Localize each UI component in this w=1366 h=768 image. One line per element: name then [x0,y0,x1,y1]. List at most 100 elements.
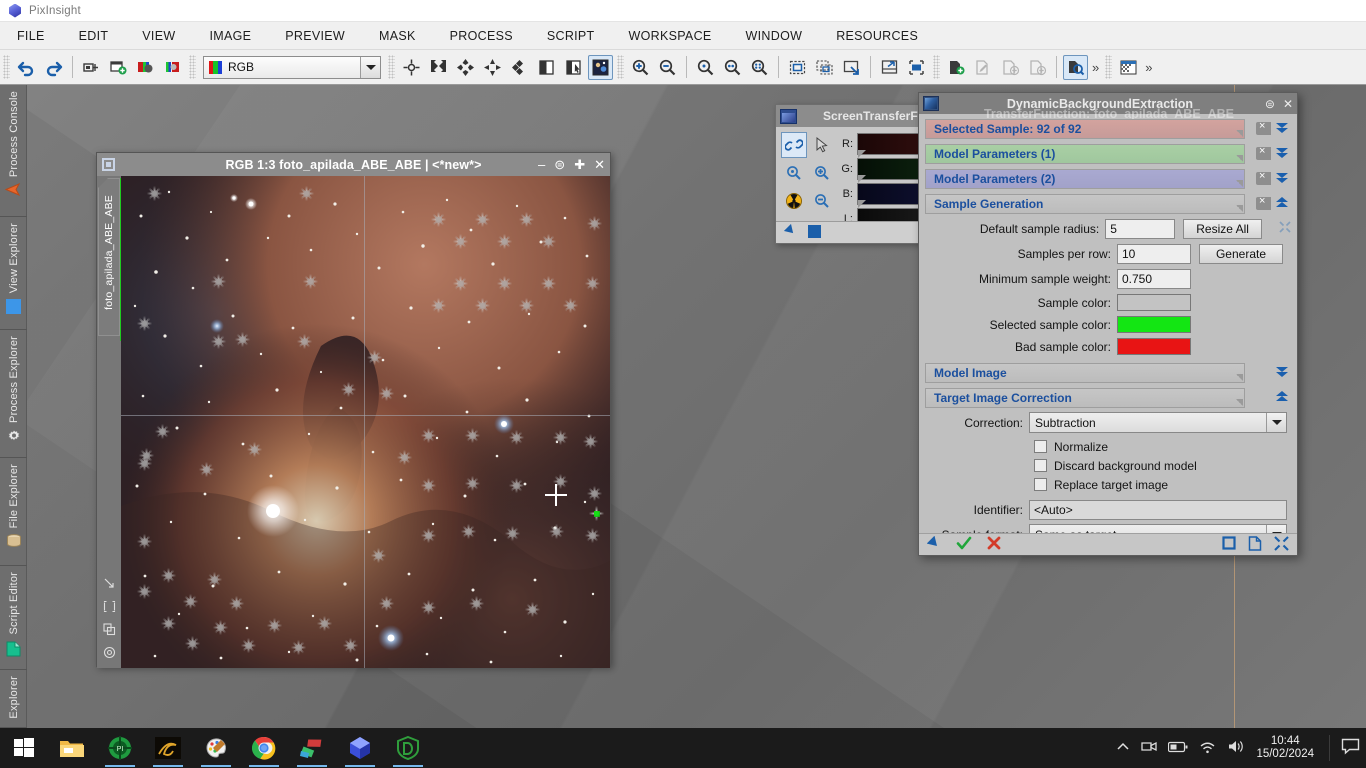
correction-select[interactable]: Subtraction [1029,412,1287,433]
dbe-sample-marker[interactable] [453,276,468,291]
dbe-sample-marker[interactable] [549,524,564,539]
file-explorer-icon[interactable] [48,728,96,768]
dbe-sample-marker[interactable] [341,382,356,397]
new-preview-icon[interactable] [785,55,810,80]
dbe-sample-marker[interactable] [303,274,318,289]
duplicate-icon[interactable] [102,623,116,639]
volume-icon[interactable] [1227,739,1245,757]
preview-frame-icon[interactable] [103,600,116,616]
d-shield-icon[interactable] [384,728,432,768]
sidebar-item-file-explorer[interactable]: File Explorer [0,458,27,566]
clear-section-icon[interactable] [1256,145,1271,160]
dbe-sample-marker[interactable] [211,274,226,289]
dbe-sample-marker[interactable] [465,428,480,443]
pointer-icon[interactable] [809,132,835,158]
dbe-sample-marker[interactable] [317,616,332,631]
zoom-reset-icon[interactable] [781,160,807,186]
menu-item-workspace[interactable]: WORKSPACE [620,25,721,47]
dbe-section-selected-sample[interactable]: Selected Sample: 92 of 92 [925,118,1291,139]
center-icon[interactable] [507,55,532,80]
rollup-button[interactable]: ⊜ [1265,97,1275,111]
pixinsight-icon[interactable] [336,728,384,768]
default-sample-radius-input[interactable]: 5 [1105,218,1176,239]
zoom-2-1-icon[interactable] [720,55,745,80]
clear-section-icon[interactable] [1256,120,1271,135]
camera-icon[interactable] [1141,739,1158,757]
dbe-sample-marker[interactable] [379,596,394,611]
preview-list-icon[interactable] [812,55,837,80]
view-tab[interactable]: foto_apilada_ABE_ABE [98,178,120,336]
paint-icon[interactable] [192,728,240,768]
normalize-checkbox-row[interactable]: Normalize [925,437,1291,456]
undo-icon[interactable] [14,55,39,80]
toolbar-grip[interactable] [3,55,10,79]
photo-editor-icon[interactable] [288,728,336,768]
collapse-icon[interactable] [1279,221,1291,236]
link-channels-icon[interactable] [781,132,807,158]
image-window-titlebar[interactable]: RGB 1:3 foto_apilada_ABE_ABE | <*new*> –… [97,153,610,176]
apply-to-view-icon[interactable] [926,535,942,554]
toolbar-overflow-chevron-1[interactable]: » [1089,60,1102,75]
nuclear-reset-icon[interactable] [781,188,807,214]
dbe-sample-marker[interactable] [421,600,436,615]
color-space-combo[interactable]: RGB [203,55,381,79]
dbe-sample-marker[interactable] [431,298,446,313]
taskbar-clock[interactable]: 10:44 15/02/2024 [1256,735,1314,761]
toolbar-overflow-chevron-2[interactable]: » [1142,60,1155,75]
clear-section-icon[interactable] [1256,195,1271,210]
notifications-icon[interactable] [1341,738,1360,758]
dbe-sample-marker[interactable] [267,618,282,633]
menu-item-edit[interactable]: EDIT [70,25,118,47]
menu-item-window[interactable]: WINDOW [737,25,812,47]
chevron-down-icon[interactable] [1266,413,1286,432]
dbe-sample-marker[interactable] [235,332,250,347]
menu-item-mask[interactable]: MASK [370,25,425,47]
dbe-sample-marker[interactable] [297,334,312,349]
dbe-titlebar[interactable]: DynamicBackgroundExtraction ⊜ ✕ [919,93,1297,114]
dbe-sample-marker[interactable] [525,602,540,617]
zoom-4-1-icon[interactable] [747,55,772,80]
menu-item-resources[interactable]: RESOURCES [827,25,927,47]
dbe-sample-marker[interactable] [155,424,170,439]
mask-select-icon[interactable] [561,55,586,80]
toolbar-grip-5[interactable] [933,55,940,79]
maximize-button[interactable]: ✚ [574,158,585,171]
dbe-section-model-parameters-2[interactable]: Model Parameters (2) [925,168,1291,189]
dbe-sample-marker[interactable] [475,298,490,313]
dbe-section-header-label[interactable]: Model Parameters (1) [925,143,1245,164]
dbe-section-model-parameters-1[interactable]: Model Parameters (1) [925,143,1291,164]
pixinsight-green-icon[interactable]: PI [96,728,144,768]
image-window[interactable]: RGB 1:3 foto_apilada_ABE_ABE | <*new*> –… [96,152,611,668]
menu-item-file[interactable]: FILE [8,25,54,47]
chrome-icon[interactable] [240,728,288,768]
dbe-section-sample-generation[interactable]: Sample Generation [925,193,1291,214]
sidebar-item-explorer[interactable]: Explorer [0,670,27,728]
dbe-sample-marker[interactable] [207,572,222,587]
expand-preview-icon[interactable] [877,55,902,80]
new-image-icon[interactable] [79,55,104,80]
zoom-in-icon[interactable] [628,55,653,80]
dbe-sample-marker[interactable] [587,216,602,231]
mask-show-icon[interactable] [534,55,559,80]
menu-item-image[interactable]: IMAGE [200,25,260,47]
cancel-icon[interactable] [986,535,1002,554]
dbe-sample-marker[interactable] [509,430,524,445]
dbe-sample-marker[interactable] [453,234,468,249]
target-icon[interactable] [103,646,116,662]
bad-sample-color-swatch[interactable] [1117,338,1191,355]
preview-thumbnail-icon[interactable] [588,54,613,80]
dbe-sample-marker[interactable] [421,478,436,493]
dbe-sample-marker[interactable] [137,534,152,549]
dbe-sample-marker[interactable] [563,298,578,313]
sample-color-swatch[interactable] [1117,294,1191,311]
dbe-sample-marker[interactable] [505,526,520,541]
dbe-sample-marker[interactable] [519,298,534,313]
dbe-sample-marker[interactable] [247,442,262,457]
dbe-sample-marker[interactable] [229,596,244,611]
dbe-sample-marker[interactable] [497,234,512,249]
chevron-double-down-icon[interactable] [1275,147,1289,161]
normalize-checkbox[interactable] [1034,440,1047,453]
browse-docs-icon[interactable] [1222,536,1236,553]
samples-per-row-input[interactable]: 10 [1117,243,1191,264]
dbe-sample-marker[interactable] [469,596,484,611]
